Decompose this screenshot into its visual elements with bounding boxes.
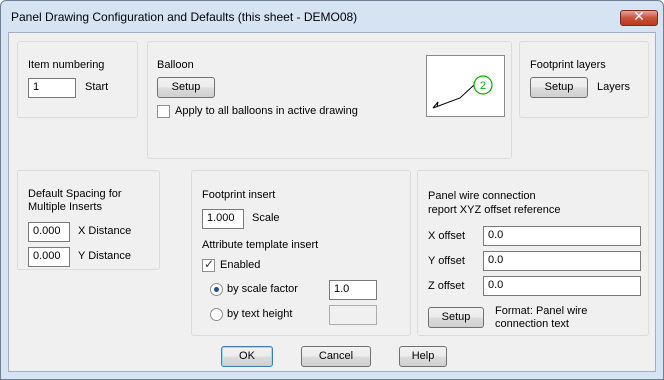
format-text-2: connection text: [495, 318, 569, 330]
item-numbering-heading: Item numbering: [28, 59, 105, 71]
dialog-body: Item numbering 1 Start Balloon Setup App…: [8, 32, 656, 372]
apply-all-balloons-label: Apply to all balloons in active drawing: [175, 105, 358, 117]
help-button[interactable]: Help: [399, 346, 447, 367]
scale-factor-input[interactable]: 1.0: [329, 280, 377, 300]
z-offset-input[interactable]: 0.0: [483, 276, 641, 296]
footprint-insert-heading: Footprint insert: [202, 189, 276, 201]
apply-all-balloons-checkbox[interactable]: [157, 105, 170, 118]
cancel-button[interactable]: Cancel: [301, 346, 371, 367]
x-distance-input[interactable]: 0.000: [28, 222, 70, 242]
z-offset-label: Z offset: [428, 280, 465, 292]
default-spacing-heading-2: Multiple Inserts: [28, 201, 102, 213]
panel-wire-group: Panel wire connection report XYZ offset …: [417, 170, 649, 336]
balloon-group: Balloon Setup Apply to all balloons in a…: [147, 41, 512, 159]
start-label: Start: [85, 81, 109, 93]
close-button[interactable]: ✕: [620, 9, 658, 26]
panel-wire-heading-1: Panel wire connection: [428, 190, 536, 202]
format-text-1: Format: Panel wire: [495, 305, 588, 317]
by-scale-factor-radio[interactable]: [210, 283, 223, 296]
y-distance-input[interactable]: 0.000: [28, 247, 70, 267]
by-text-height-radio[interactable]: [210, 308, 223, 321]
by-scale-factor-label: by scale factor: [227, 283, 298, 295]
scale-label: Scale: [252, 212, 280, 224]
ok-button[interactable]: OK: [221, 346, 273, 367]
layers-label: Layers: [597, 81, 631, 93]
attribute-template-heading: Attribute template insert: [202, 239, 319, 251]
balloon-preview: 2: [426, 55, 505, 117]
x-offset-label: X offset: [428, 230, 466, 242]
balloon-preview-icon: 2: [432, 75, 493, 109]
panel-wire-heading-2: report XYZ offset reference: [428, 204, 561, 216]
balloon-number: 2: [480, 80, 486, 92]
x-distance-label: X Distance: [78, 225, 132, 237]
text-height-input[interactable]: [329, 305, 377, 325]
default-spacing-heading-1: Default Spacing for: [28, 188, 122, 200]
footprint-layers-heading: Footprint layers: [530, 59, 606, 71]
panel-wire-setup-button[interactable]: Setup: [428, 307, 484, 328]
attribute-enabled-label: Enabled: [220, 259, 261, 271]
title-bar[interactable]: Panel Drawing Configuration and Defaults…: [1, 1, 663, 33]
y-offset-label: Y offset: [428, 255, 465, 267]
footprint-layers-group: Footprint layers Setup Layers: [519, 41, 649, 118]
footprint-insert-group: Footprint insert 1.000 Scale Attribute t…: [191, 170, 411, 336]
balloon-heading: Balloon: [157, 59, 194, 71]
close-icon: ✕: [633, 9, 645, 25]
balloon-leader-line: [432, 84, 475, 109]
x-offset-input[interactable]: 0.0: [483, 226, 641, 246]
by-text-height-label: by text height: [227, 308, 293, 320]
default-spacing-group: Default Spacing for Multiple Inserts 0.0…: [17, 170, 160, 270]
attribute-enabled-checkbox[interactable]: [202, 257, 215, 272]
footprint-layers-setup-button[interactable]: Setup: [530, 77, 588, 98]
item-numbering-group: Item numbering 1 Start: [17, 41, 138, 118]
y-offset-input[interactable]: 0.0: [483, 251, 641, 271]
y-distance-label: Y Distance: [78, 250, 131, 262]
dialog-window: Panel Drawing Configuration and Defaults…: [0, 0, 664, 380]
item-number-start-input[interactable]: 1: [28, 78, 76, 98]
balloon-setup-button[interactable]: Setup: [157, 77, 215, 98]
window-title: Panel Drawing Configuration and Defaults…: [11, 10, 358, 24]
footprint-scale-input[interactable]: 1.000: [202, 209, 244, 229]
